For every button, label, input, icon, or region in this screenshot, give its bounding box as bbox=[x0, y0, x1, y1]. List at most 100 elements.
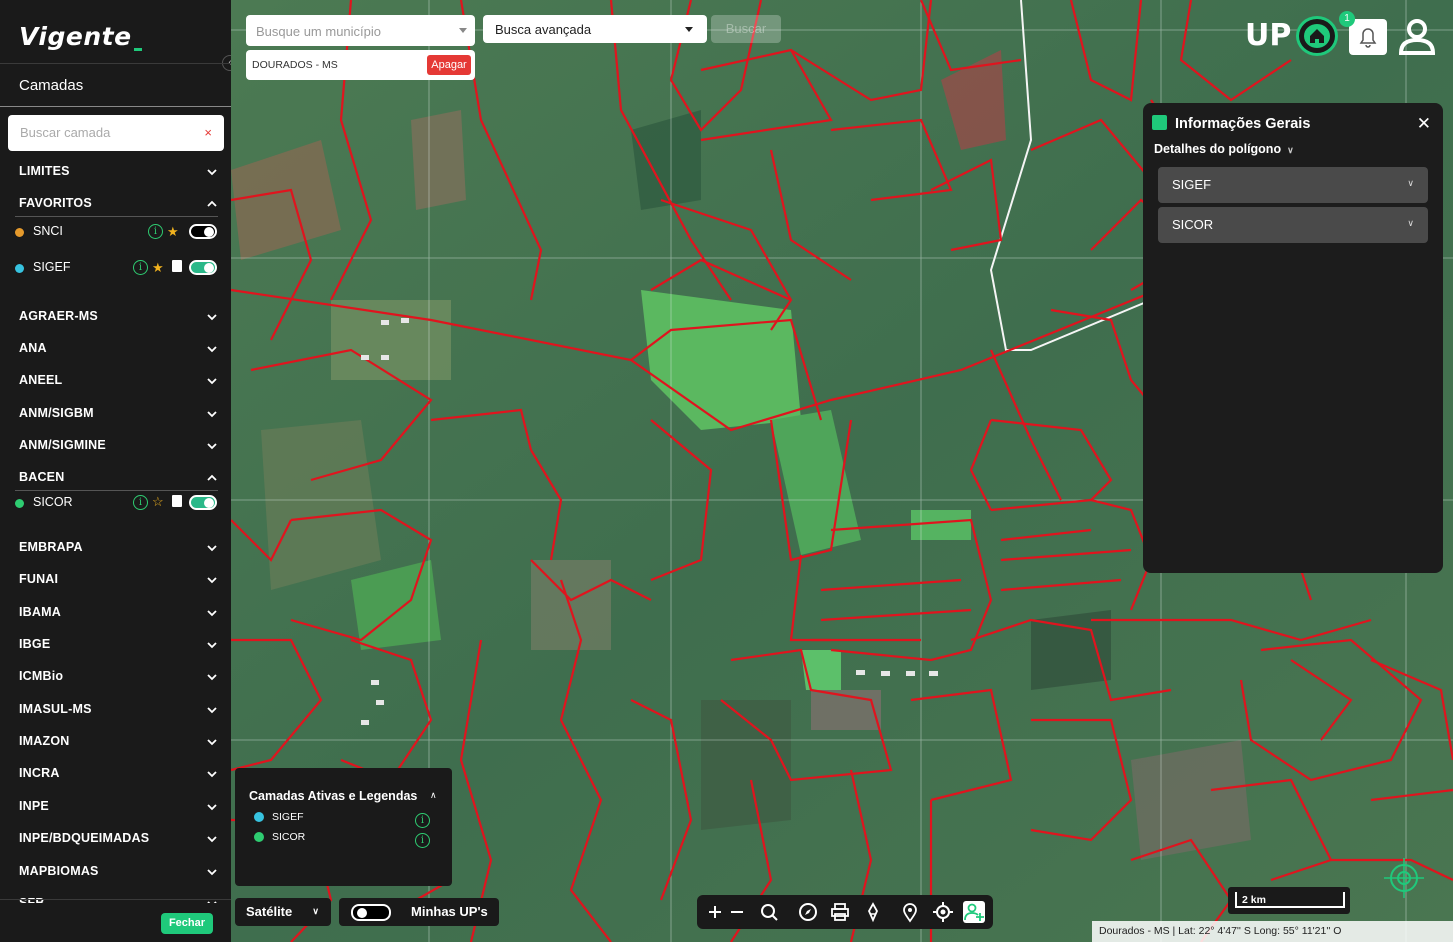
accordion-label: SICOR bbox=[1172, 217, 1214, 232]
star-icon[interactable]: ★ bbox=[152, 261, 164, 274]
layer-group-ana[interactable]: ANA bbox=[19, 341, 217, 355]
info-icon[interactable]: i bbox=[415, 813, 430, 828]
layer-group-favoritos[interactable]: FAVORITOS bbox=[19, 196, 217, 210]
layer-color-dot bbox=[15, 264, 24, 273]
chevron-down-icon bbox=[207, 408, 217, 418]
layer-group-incra[interactable]: INCRA bbox=[19, 766, 217, 780]
layer-group-label: IMAZON bbox=[19, 734, 70, 748]
basemap-select[interactable]: Satélite ∨ bbox=[235, 898, 331, 926]
chevron-down-icon bbox=[207, 639, 217, 649]
layer-group-ibge[interactable]: IBGE bbox=[19, 637, 217, 651]
layer-group-funai[interactable]: FUNAI bbox=[19, 572, 217, 586]
layer-group-label: INPE bbox=[19, 799, 49, 813]
divider bbox=[0, 899, 231, 900]
general-info-panel: Informações Gerais ✕ Detalhes do polígon… bbox=[1143, 103, 1443, 573]
map-toolbar bbox=[697, 895, 993, 929]
zoom-out-button[interactable] bbox=[726, 901, 748, 923]
info-icon[interactable]: i bbox=[415, 833, 430, 848]
user-icon bbox=[1398, 19, 1436, 55]
chevron-up-icon bbox=[207, 198, 217, 208]
layer-group-ibama[interactable]: IBAMA bbox=[19, 605, 217, 619]
layer-toggle-sigef[interactable] bbox=[189, 260, 217, 275]
chevron-down-icon bbox=[207, 801, 217, 811]
layer-group-aneel[interactable]: ANEEL bbox=[19, 373, 217, 387]
layer-group-agraer-ms[interactable]: AGRAER-MS bbox=[19, 309, 217, 323]
zoom-in-button[interactable] bbox=[704, 901, 726, 923]
legend-label: SIGEF bbox=[272, 811, 304, 823]
chevron-down-icon bbox=[207, 671, 217, 681]
notifications-button[interactable] bbox=[1349, 19, 1387, 55]
chevron-up-icon[interactable]: ∧ bbox=[430, 790, 437, 801]
chevron-down-icon: ∨ bbox=[1287, 145, 1294, 155]
chevron-down-icon bbox=[207, 375, 217, 385]
legend-label: SICOR bbox=[272, 831, 306, 843]
coordinates-readout: Dourados - MS | Lat: 22° 4'47'' S Long: … bbox=[1092, 921, 1453, 942]
up-brand-logo: UP bbox=[1245, 18, 1292, 53]
advanced-search-label: Busca avançada bbox=[495, 22, 592, 37]
sidebar-title: Camadas bbox=[19, 77, 84, 94]
user-profile-button[interactable] bbox=[1396, 15, 1438, 57]
search-button[interactable]: Buscar bbox=[711, 15, 781, 43]
layer-group-label: ICMBio bbox=[19, 669, 64, 683]
vigente-logo: Vigente bbox=[19, 22, 142, 51]
info-icon[interactable]: i bbox=[133, 260, 148, 275]
layer-group-mapbiomas[interactable]: MAPBIOMAS bbox=[19, 864, 217, 878]
chevron-down-icon bbox=[207, 833, 217, 843]
accordion-sicor[interactable]: SICOR ∨ bbox=[1158, 207, 1428, 243]
map-scale-bar: 2 km bbox=[1228, 887, 1350, 914]
layer-label: SNCI bbox=[33, 224, 63, 238]
close-icon[interactable]: ✕ bbox=[1417, 114, 1431, 134]
home-icon bbox=[1304, 24, 1330, 48]
layer-group-anm-sigbm[interactable]: ANM/SIGBM bbox=[19, 406, 217, 420]
measure-icon[interactable] bbox=[862, 901, 884, 923]
chevron-down-icon bbox=[207, 607, 217, 617]
info-icon[interactable]: i bbox=[148, 224, 163, 239]
map-pin-icon[interactable] bbox=[899, 901, 921, 923]
layer-search-input[interactable]: Buscar camada × bbox=[8, 115, 224, 151]
clear-search-icon[interactable]: × bbox=[204, 125, 212, 140]
layer-group-bacen[interactable]: BACEN bbox=[19, 470, 217, 484]
star-outline-icon[interactable]: ☆ bbox=[152, 495, 164, 508]
document-icon[interactable] bbox=[172, 495, 182, 507]
polygon-details-toggle[interactable]: Detalhes do polígono ∨ bbox=[1154, 142, 1294, 156]
chevron-down-icon bbox=[207, 311, 217, 321]
advanced-search-select[interactable]: Busca avançada bbox=[483, 15, 707, 43]
municipality-search-input[interactable]: Busque um município bbox=[246, 15, 475, 46]
home-button[interactable] bbox=[1296, 16, 1338, 56]
layer-group-anm-sigmine[interactable]: ANM/SIGMINE bbox=[19, 438, 217, 452]
my-ups-toggle-control: Minhas UP's bbox=[339, 898, 499, 926]
layer-group-label: EMBRAPA bbox=[19, 540, 83, 554]
layer-group-embrapa[interactable]: EMBRAPA bbox=[19, 540, 217, 554]
compass-rose-icon[interactable] bbox=[1384, 858, 1424, 898]
layer-toggle-sicor[interactable] bbox=[189, 495, 217, 510]
my-ups-toggle[interactable] bbox=[351, 904, 391, 921]
document-icon[interactable] bbox=[172, 260, 182, 272]
layer-group-label: IMASUL-MS bbox=[19, 702, 92, 716]
compass-icon[interactable] bbox=[797, 901, 819, 923]
layer-group-limites[interactable]: LIMITES bbox=[19, 164, 217, 178]
layers-sidebar: Vigente ‹ Camadas Buscar camada × LIMITE… bbox=[0, 0, 238, 942]
locate-me-icon[interactable] bbox=[932, 901, 954, 923]
search-icon[interactable] bbox=[758, 901, 780, 923]
clear-municipality-button[interactable]: Apagar bbox=[427, 55, 471, 75]
divider bbox=[0, 63, 231, 64]
star-icon[interactable]: ★ bbox=[167, 225, 179, 238]
add-user-icon[interactable] bbox=[963, 901, 985, 923]
layer-group-icmbio[interactable]: ICMBio bbox=[19, 669, 217, 683]
layer-group-label: AGRAER-MS bbox=[19, 309, 98, 323]
layer-group-imasul-ms[interactable]: IMASUL-MS bbox=[19, 702, 217, 716]
basemap-label: Satélite bbox=[246, 904, 293, 919]
accordion-sigef[interactable]: SIGEF ∨ bbox=[1158, 167, 1428, 203]
layer-group-inpe[interactable]: INPE bbox=[19, 799, 217, 813]
layer-group-label: MAPBIOMAS bbox=[19, 864, 99, 878]
info-icon[interactable]: i bbox=[133, 495, 148, 510]
layer-toggle-snci[interactable] bbox=[189, 224, 217, 239]
print-icon[interactable] bbox=[829, 901, 851, 923]
close-sidebar-button[interactable]: Fechar bbox=[161, 913, 213, 934]
layer-group-inpe-bdqueimadas[interactable]: INPE/BDQUEIMADAS bbox=[19, 831, 217, 845]
chevron-down-icon bbox=[207, 343, 217, 353]
chevron-down-icon: ∨ bbox=[1407, 218, 1414, 228]
chevron-down-icon bbox=[207, 166, 217, 176]
chevron-down-icon: ∨ bbox=[1407, 178, 1414, 188]
layer-group-imazon[interactable]: IMAZON bbox=[19, 734, 217, 748]
